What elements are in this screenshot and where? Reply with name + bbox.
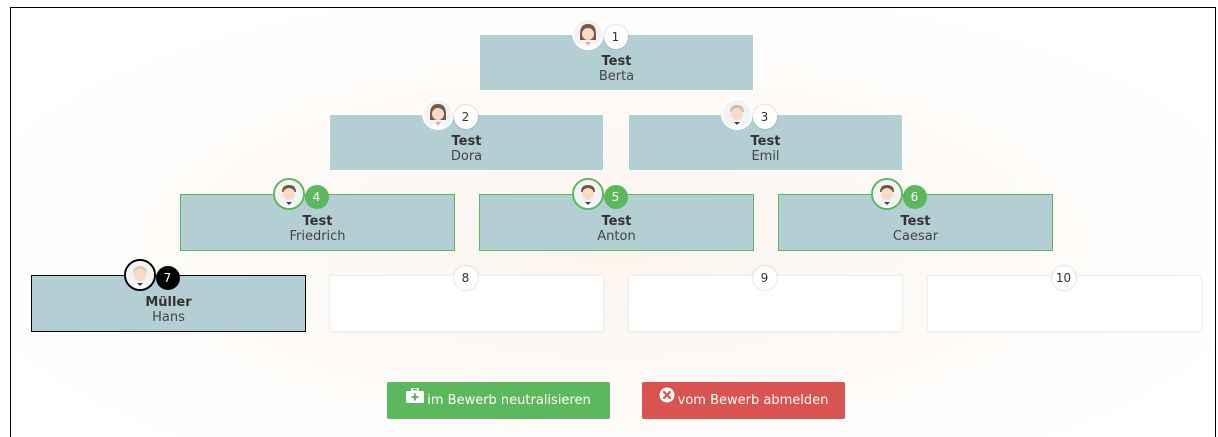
- slot-number-badge: 7: [155, 266, 180, 290]
- medical-kit-icon: [406, 381, 425, 418]
- male-avatar-icon: [272, 178, 305, 210]
- neutralize-button[interactable]: im Bewerb neutralisieren: [387, 382, 610, 419]
- first-name: Caesar: [892, 229, 939, 244]
- last-name: Test: [601, 54, 632, 69]
- slot-3[interactable]: 3 Test Emil: [628, 98, 903, 171]
- last-name: Test: [900, 214, 931, 229]
- male-avatar-icon: [870, 178, 903, 210]
- times-circle-icon: [659, 381, 675, 418]
- male-avatar-icon: [123, 259, 156, 291]
- slot-number-badge: 3: [752, 105, 777, 129]
- male-avatar-icon: [720, 98, 753, 130]
- slot-1[interactable]: 1 Test Berta: [479, 18, 754, 91]
- slot-8[interactable]: 8: [329, 266, 604, 332]
- pyramid-panel: 1 Test Berta 2 Test Dora 3 Test Emil 4 T…: [10, 7, 1216, 437]
- first-name: Anton: [597, 229, 636, 244]
- slot-number-badge: 9: [752, 266, 777, 290]
- last-name: Müller: [145, 295, 192, 310]
- slot-4[interactable]: 4 Test Friedrich: [180, 178, 455, 251]
- slot-5[interactable]: 5 Test Anton: [479, 178, 754, 251]
- last-name: Test: [750, 134, 781, 149]
- slot-10[interactable]: 10: [927, 266, 1202, 332]
- first-name: Hans: [152, 310, 185, 325]
- first-name: Emil: [751, 149, 780, 164]
- last-name: Test: [302, 214, 333, 229]
- slot-9[interactable]: 9: [628, 266, 903, 332]
- slot-number-badge: 4: [304, 185, 329, 209]
- neutralize-label: im Bewerb neutralisieren: [427, 393, 591, 408]
- last-name: Test: [451, 134, 482, 149]
- slot-number-badge: 1: [603, 25, 628, 49]
- female-avatar-icon: [571, 18, 604, 50]
- male-avatar-icon: [571, 178, 604, 210]
- female-avatar-icon: [421, 98, 454, 130]
- slot-7[interactable]: 7 Müller Hans: [31, 259, 306, 332]
- slot-number-badge: 5: [603, 185, 628, 209]
- slot-number-badge: 10: [1051, 266, 1076, 290]
- last-name: Test: [601, 214, 632, 229]
- slot-2[interactable]: 2 Test Dora: [329, 98, 604, 171]
- slot-6[interactable]: 6 Test Caesar: [778, 178, 1053, 251]
- first-name: Berta: [598, 69, 635, 84]
- slot-number-badge: 8: [453, 266, 478, 290]
- deregister-button[interactable]: vom Bewerb abmelden: [642, 382, 845, 419]
- slot-number-badge: 2: [453, 105, 478, 129]
- first-name: Dora: [450, 149, 483, 164]
- deregister-label: vom Bewerb abmelden: [677, 393, 829, 408]
- first-name: Friedrich: [289, 229, 346, 244]
- slot-number-badge: 6: [902, 185, 927, 209]
